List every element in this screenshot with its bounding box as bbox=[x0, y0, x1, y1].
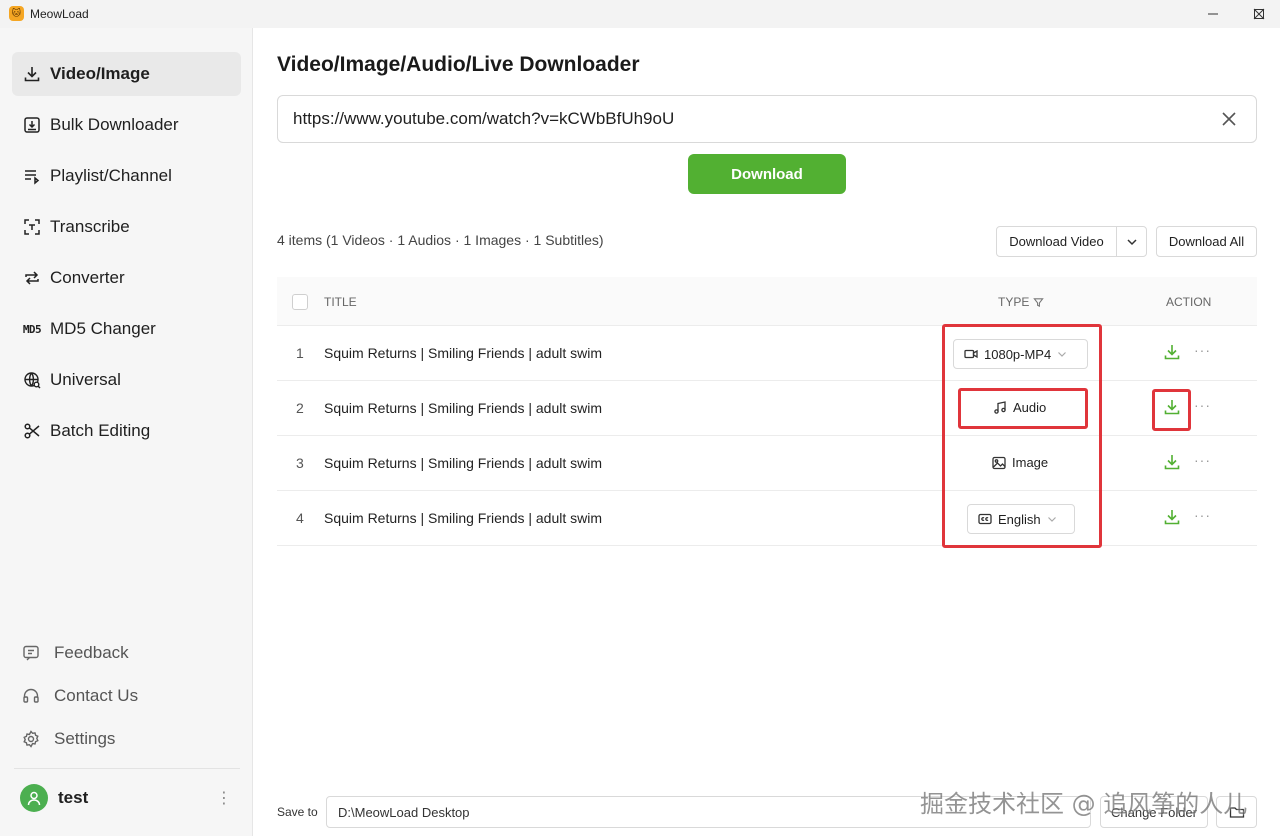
avatar bbox=[20, 784, 48, 812]
sidebar-item-bulk-downloader[interactable]: Bulk Downloader bbox=[12, 103, 241, 147]
row-title: Squim Returns | Smiling Friends | adult … bbox=[324, 455, 603, 471]
chevron-down-icon[interactable] bbox=[1117, 227, 1146, 256]
column-header-action: ACTION bbox=[1166, 295, 1212, 309]
minimize-icon[interactable] bbox=[1190, 0, 1236, 28]
playlist-icon bbox=[22, 166, 42, 186]
download-icon[interactable] bbox=[1163, 453, 1181, 471]
chevron-down-icon bbox=[1057, 349, 1067, 359]
sidebar-item-settings[interactable]: Settings bbox=[22, 729, 115, 749]
download-video-split-button: Download Video bbox=[996, 226, 1147, 257]
user-name: test bbox=[58, 788, 89, 807]
table-row: 4 Squim Returns | Smiling Friends | adul… bbox=[277, 491, 1257, 546]
app-logo-icon: 🐱 bbox=[9, 6, 24, 21]
row-title: Squim Returns | Smiling Friends | adult … bbox=[324, 345, 603, 361]
headset-icon bbox=[22, 686, 42, 706]
transcribe-icon bbox=[22, 217, 42, 237]
column-header-type[interactable]: TYPE bbox=[998, 295, 1045, 309]
download-icon[interactable] bbox=[1163, 508, 1181, 526]
cc-icon bbox=[978, 512, 992, 526]
download-all-button[interactable]: Download All bbox=[1156, 226, 1257, 257]
sidebar-item-label: Transcribe bbox=[50, 217, 130, 236]
sidebar-item-feedback[interactable]: Feedback bbox=[22, 643, 129, 663]
watermark: 掘金技术社区 @ 追风筝的人儿 bbox=[920, 790, 1248, 818]
format-select[interactable]: 1080p-MP4 bbox=[953, 339, 1088, 369]
sidebar-item-md5-changer[interactable]: MD5 MD5 Changer bbox=[12, 307, 241, 351]
sidebar-item-batch-editing[interactable]: Batch Editing bbox=[12, 409, 241, 453]
select-all-checkbox[interactable] bbox=[292, 294, 308, 310]
bulk-download-icon bbox=[22, 115, 42, 135]
format-select-value: 1080p-MP4 bbox=[984, 346, 1052, 362]
sidebar-item-label: Batch Editing bbox=[50, 421, 151, 440]
sidebar-divider bbox=[14, 768, 240, 769]
sidebar-item-label: Converter bbox=[50, 268, 125, 287]
sidebar-item-universal[interactable]: Universal bbox=[12, 358, 241, 402]
subtitle-select[interactable]: English bbox=[967, 504, 1075, 534]
type-label: Audio bbox=[993, 400, 1046, 415]
save-to-label: Save to bbox=[277, 805, 318, 819]
url-input[interactable] bbox=[293, 109, 1193, 129]
more-icon[interactable]: ··· bbox=[1194, 507, 1211, 523]
row-number: 1 bbox=[296, 345, 304, 361]
sidebar-item-label: Playlist/Channel bbox=[50, 166, 172, 185]
type-label-text: Image bbox=[1012, 455, 1049, 470]
app-title: MeowLoad bbox=[30, 7, 89, 21]
sidebar-item-playlist-channel[interactable]: Playlist/Channel bbox=[12, 154, 241, 198]
column-header-title: TITLE bbox=[324, 295, 357, 309]
filter-icon[interactable] bbox=[1033, 297, 1045, 308]
more-icon[interactable]: ··· bbox=[1194, 397, 1211, 413]
table-row: 3 Squim Returns | Smiling Friends | adul… bbox=[277, 436, 1257, 491]
row-number: 3 bbox=[296, 455, 304, 471]
sidebar: Video/Image Bulk Downloader Playlist/Cha… bbox=[0, 28, 253, 836]
sidebar-item-video-image[interactable]: Video/Image bbox=[12, 52, 241, 96]
more-icon[interactable]: ··· bbox=[1194, 452, 1211, 468]
feedback-icon bbox=[22, 643, 42, 663]
sidebar-item-label: MD5 Changer bbox=[50, 319, 156, 338]
row-title: Squim Returns | Smiling Friends | adult … bbox=[324, 510, 603, 526]
sidebar-item-label: Video/Image bbox=[50, 64, 150, 83]
download-icon bbox=[22, 64, 42, 84]
download-video-button[interactable]: Download Video bbox=[997, 227, 1117, 256]
video-icon bbox=[964, 347, 978, 361]
download-button[interactable]: Download bbox=[688, 154, 846, 194]
more-vertical-icon[interactable]: ⋮ bbox=[216, 788, 232, 808]
gear-icon bbox=[22, 729, 42, 749]
image-icon bbox=[992, 456, 1006, 470]
globe-icon bbox=[22, 370, 42, 390]
row-title: Squim Returns | Smiling Friends | adult … bbox=[324, 400, 603, 416]
type-label: Image bbox=[992, 455, 1048, 470]
clear-icon[interactable] bbox=[1219, 109, 1239, 129]
sidebar-item-label: Feedback bbox=[54, 643, 129, 662]
row-number: 2 bbox=[296, 400, 304, 416]
column-header-label: TYPE bbox=[998, 295, 1030, 309]
page-title: Video/Image/Audio/Live Downloader bbox=[277, 53, 640, 76]
table-row: 1 Squim Returns | Smiling Friends | adul… bbox=[277, 326, 1257, 381]
more-icon[interactable]: ··· bbox=[1194, 342, 1211, 358]
convert-icon bbox=[22, 268, 42, 288]
sidebar-item-contact-us[interactable]: Contact Us bbox=[22, 686, 138, 706]
sidebar-item-label: Universal bbox=[50, 370, 121, 389]
type-label-text: Audio bbox=[1013, 400, 1047, 415]
table-header: TITLE TYPE ACTION bbox=[277, 277, 1257, 326]
download-icon[interactable] bbox=[1163, 343, 1181, 361]
download-icon[interactable] bbox=[1163, 398, 1181, 416]
table-row: 2 Squim Returns | Smiling Friends | adul… bbox=[277, 381, 1257, 436]
md5-icon: MD5 bbox=[22, 322, 42, 336]
url-field[interactable] bbox=[277, 95, 1257, 143]
user-profile[interactable]: test ⋮ bbox=[20, 784, 232, 812]
items-summary: 4 items (1 Videos · 1 Audios · 1 Images … bbox=[277, 232, 604, 248]
chevron-down-icon bbox=[1047, 514, 1057, 524]
close-icon[interactable] bbox=[1236, 0, 1280, 28]
sidebar-item-label: Settings bbox=[54, 729, 116, 748]
scissors-icon bbox=[22, 421, 42, 441]
row-number: 4 bbox=[296, 510, 304, 526]
music-icon bbox=[993, 400, 1007, 415]
sidebar-item-label: Contact Us bbox=[54, 686, 139, 705]
sidebar-item-converter[interactable]: Converter bbox=[12, 256, 241, 300]
subtitle-select-value: English bbox=[998, 511, 1041, 527]
sidebar-item-label: Bulk Downloader bbox=[50, 115, 179, 134]
sidebar-item-transcribe[interactable]: Transcribe bbox=[12, 205, 241, 249]
title-bar: 🐱 MeowLoad bbox=[0, 0, 1280, 28]
